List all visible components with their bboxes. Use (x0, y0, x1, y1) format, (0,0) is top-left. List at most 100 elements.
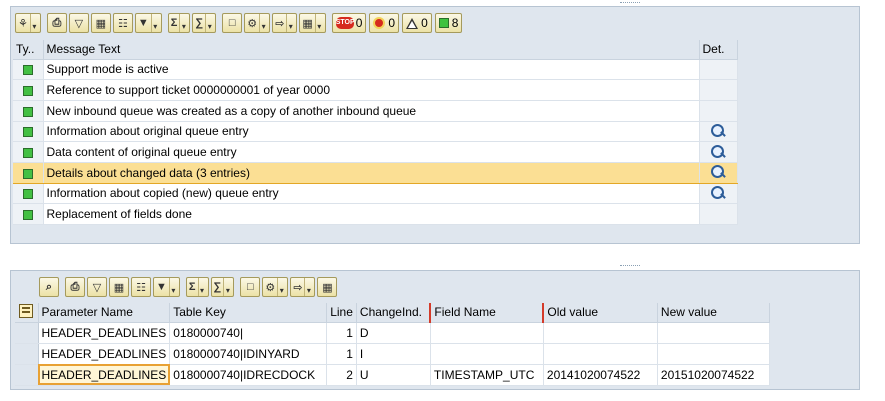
message-table: Ty.. Message Text Det. Support mode is a… (13, 40, 738, 225)
sum-icon[interactable]: Σ ▾ (167, 13, 191, 33)
line-column-header[interactable]: Line (326, 303, 357, 323)
warning-icon (406, 17, 419, 29)
message-row[interactable]: Data content of original queue entry (13, 141, 738, 163)
parameter-name-cell: HEADER_DEADLINES (38, 322, 171, 344)
message-row[interactable]: Reference to support ticket 0000000001 o… (13, 79, 738, 101)
print-icon[interactable]: ⎙ (46, 13, 67, 33)
print-icon[interactable]: ⎙ (65, 277, 85, 297)
success-status-icon (22, 127, 33, 138)
message-text-column-header[interactable]: Message Text (43, 40, 700, 60)
message-row[interactable]: Information about copied (new) queue ent… (13, 183, 738, 205)
message-text: Details about changed data (3 entries) (43, 161, 700, 184)
line-cell: 2 (326, 364, 357, 386)
message-text: Information about copied (new) queue ent… (43, 183, 700, 205)
warning-count-button[interactable]: 0 (402, 13, 432, 33)
message-row[interactable]: Replacement of fields done (13, 203, 738, 225)
find-icon[interactable]: ▦ (90, 13, 111, 33)
field-name-cell (430, 343, 544, 365)
new-value-cell (657, 322, 770, 344)
row-selector[interactable] (15, 343, 39, 365)
table-key-cell: 0180000740| (169, 322, 328, 344)
details-toolbar: ⌕ ⎙ ▽ ▦ ☷ ▼ ▾ Σ ▾ ∑ ▾ □ ⚙ ▾ ⇨ ▾ ▦ (39, 276, 339, 298)
parameter-name-cell-focused[interactable]: HEADER_DEADLINES (38, 364, 171, 386)
error-icon (373, 17, 386, 29)
message-row[interactable]: Support mode is active (13, 59, 738, 81)
change-indicator-cell: U (356, 364, 431, 386)
find-next-icon[interactable]: ☷ (131, 277, 151, 297)
table-row[interactable]: HEADER_DEADLINES 0180000740|IDINYARD 1 I (15, 343, 770, 365)
set-filter-icon[interactable]: ▼ ▾ (134, 13, 162, 33)
success-status-icon (22, 65, 33, 76)
table-row[interactable]: HEADER_DEADLINES 0180000740|IDRECDOCK 2 … (15, 364, 770, 386)
change-indicator-cell: I (356, 343, 431, 365)
line-cell: 1 (326, 343, 357, 365)
detail-magnifier-icon[interactable] (710, 165, 726, 180)
change-layout-icon[interactable]: ⚙ ▾ (244, 13, 271, 33)
detail-magnifier-icon[interactable] (710, 144, 726, 160)
export-icon[interactable]: ⇨ ▾ (272, 13, 298, 33)
change-details-table: Parameter Name Table Key Line ChangeInd.… (15, 303, 770, 386)
table-row[interactable]: HEADER_DEADLINES 0180000740| 1 D (15, 322, 770, 344)
find-icon[interactable]: ▦ (109, 277, 129, 297)
change-indicator-cell: D (356, 322, 431, 344)
print-preview-icon[interactable]: □ (240, 277, 261, 297)
row-selector[interactable] (15, 322, 39, 344)
detail-column-header[interactable]: Det. (699, 40, 738, 60)
message-text: Data content of original queue entry (43, 141, 700, 163)
table-layout-icon (19, 303, 33, 318)
table-key-cell: 0180000740|IDINYARD (169, 343, 328, 365)
message-log-panel: ⚘ ▾ ⎙ ▽ ▦ ☷ ▼ ▾ Σ ▾ ∑ ▾ □ ⚙ ▾ ⇨ ▾ ▦ ▾ STOP 0 0 0… (10, 6, 860, 244)
sum-icon[interactable]: Σ ▾ (185, 277, 209, 297)
set-filter-icon[interactable]: ▼ ▾ (153, 277, 180, 297)
new-value-cell (657, 343, 770, 365)
detail-magnifier-icon[interactable] (710, 186, 726, 201)
top-splitter[interactable] (620, 2, 640, 5)
grid-icon[interactable]: ▦ (317, 277, 338, 297)
success-status-icon (22, 147, 33, 158)
field-name-column-header[interactable]: Field Name (429, 303, 545, 323)
message-text: New inbound queue was created as a copy … (43, 100, 700, 122)
stop-count-button[interactable]: STOP 0 (331, 13, 367, 33)
field-name-cell: TIMESTAMP_UTC (430, 364, 544, 386)
success-count-button[interactable]: 8 (434, 13, 463, 33)
row-selector[interactable] (15, 364, 39, 386)
old-value-cell (543, 322, 658, 344)
change-details-panel: ⌕ ⎙ ▽ ▦ ☷ ▼ ▾ Σ ▾ ∑ ▾ □ ⚙ ▾ ⇨ ▾ ▦ Parameter N… (10, 270, 860, 390)
change-indicator-column-header[interactable]: ChangeInd. (356, 303, 431, 323)
parameter-name-column-header[interactable]: Parameter Name (38, 303, 171, 323)
middle-splitter[interactable] (620, 265, 640, 268)
line-cell: 1 (326, 322, 357, 344)
details-icon[interactable]: ⌕ (39, 277, 59, 297)
parameter-name-cell: HEADER_DEADLINES (38, 343, 171, 365)
message-row-selected[interactable]: Details about changed data (3 entries) (13, 161, 738, 184)
filter-icon[interactable]: ▽ (68, 13, 89, 33)
old-value-column-header[interactable]: Old value (543, 303, 658, 323)
success-icon (438, 18, 449, 28)
success-status-icon (22, 106, 33, 117)
subtotal-icon[interactable]: ∑ ▾ (192, 13, 217, 33)
detail-magnifier-icon[interactable] (710, 124, 726, 139)
table-key-column-header[interactable]: Table Key (169, 303, 328, 323)
stop-icon: STOP (335, 17, 355, 29)
export-icon[interactable]: ⇨ ▾ (290, 277, 316, 297)
find-next-icon[interactable]: ☷ (112, 13, 133, 33)
message-text: Replacement of fields done (43, 203, 700, 225)
message-row[interactable]: New inbound queue was created as a copy … (13, 100, 738, 122)
table-key-cell: 0180000740|IDRECDOCK (169, 364, 328, 386)
subtotal-icon[interactable]: ∑ ▾ (210, 277, 235, 297)
select-layout-icon[interactable]: ▦ ▾ (299, 13, 326, 33)
success-status-icon (22, 85, 33, 96)
success-status-icon (22, 168, 33, 179)
message-text: Support mode is active (43, 59, 700, 81)
message-row[interactable]: Information about original queue entry (13, 121, 738, 143)
message-text: Information about original queue entry (43, 121, 700, 143)
type-column-header[interactable]: Ty.. (13, 40, 44, 60)
filter-icon[interactable]: ▽ (87, 277, 107, 297)
error-count-button[interactable]: 0 (369, 13, 400, 33)
log-settings-icon[interactable]: ⚘ ▾ (15, 13, 41, 33)
select-all-button[interactable] (15, 303, 39, 323)
print-preview-icon[interactable]: □ (222, 13, 243, 33)
new-value-column-header[interactable]: New value (657, 303, 770, 323)
message-toolbar: ⚘ ▾ ⎙ ▽ ▦ ☷ ▼ ▾ Σ ▾ ∑ ▾ □ ⚙ ▾ ⇨ ▾ ▦ ▾ STOP 0 0 0… (15, 12, 465, 34)
change-layout-icon[interactable]: ⚙ ▾ (262, 277, 289, 297)
